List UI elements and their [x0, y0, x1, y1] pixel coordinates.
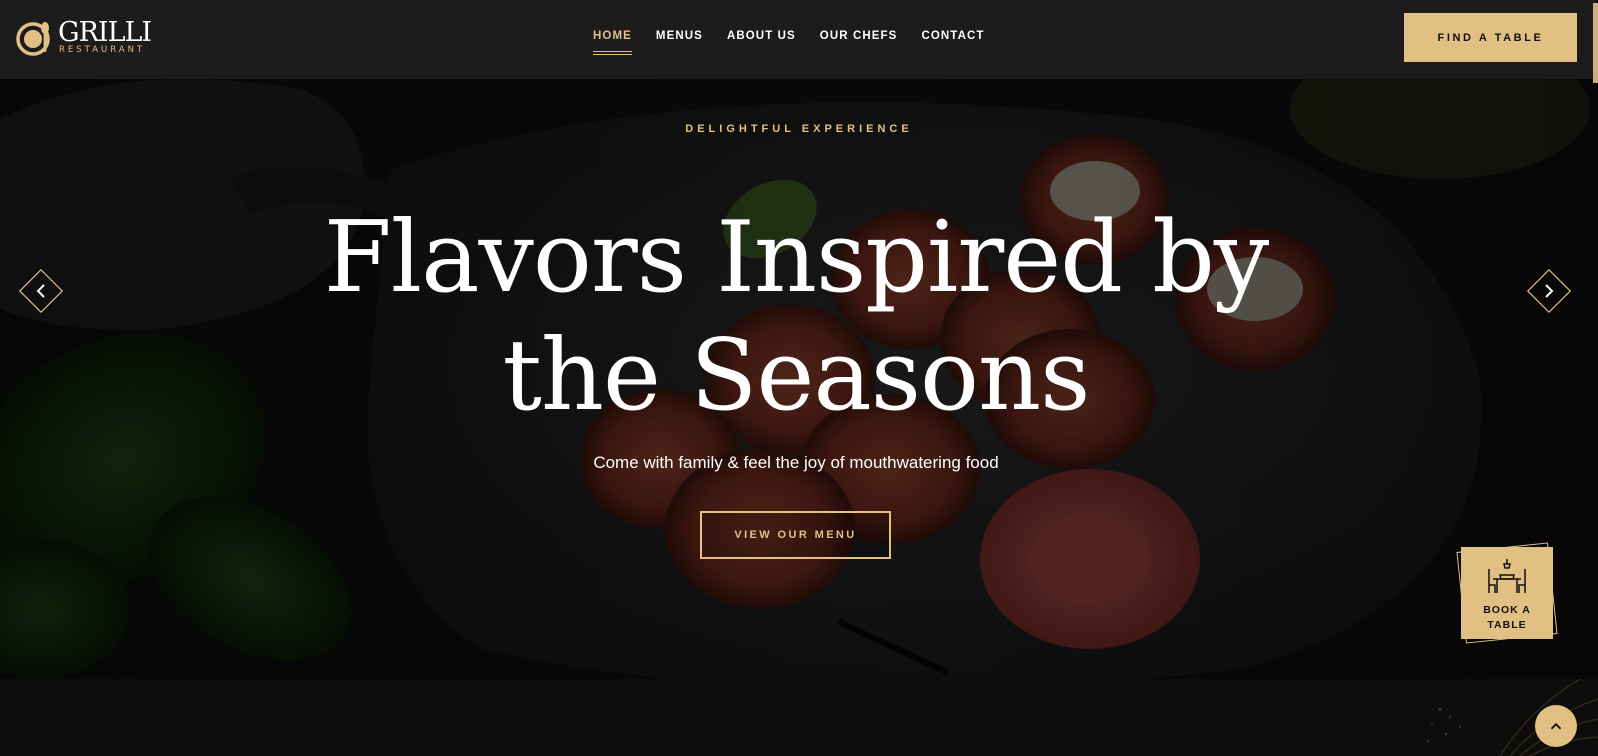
- nav-item-menus[interactable]: MENUS: [656, 30, 703, 42]
- chevron-up-icon: [1550, 722, 1562, 730]
- slider-prev-button[interactable]: [15, 265, 67, 317]
- book-a-table-card[interactable]: BOOK A TABLE: [1456, 542, 1558, 644]
- book-a-table-label: BOOK A TABLE: [1483, 604, 1531, 631]
- hero-headline-line-2: the Seasons: [502, 319, 1091, 433]
- chevron-right-icon: [1526, 268, 1572, 314]
- chevron-left-icon: [18, 268, 64, 314]
- cup-spoon-logo-icon: [16, 22, 50, 56]
- nav-item-contact[interactable]: CONTACT: [921, 30, 984, 42]
- main-nav: HOME MENUS ABOUT US OUR CHEFS CONTACT: [593, 30, 985, 55]
- brand-logo[interactable]: GRILLI RESTAURANT: [16, 18, 156, 58]
- nav-item-about-us[interactable]: ABOUT US: [727, 30, 796, 42]
- hero-slider: DELIGHTFUL EXPERIENCE Flavors Inspired b…: [0, 79, 1598, 679]
- card-face: BOOK A TABLE: [1461, 547, 1553, 639]
- site-header: GRILLI RESTAURANT HOME MENUS ABOUT US OU…: [0, 0, 1598, 79]
- nav-item-label: ABOUT US: [726, 30, 796, 42]
- nav-item-label: HOME: [593, 30, 632, 42]
- hero-headline: Flavors Inspired by the Seasons: [0, 199, 1592, 435]
- hero-eyebrow: DELIGHTFUL EXPERIENCE: [685, 123, 913, 135]
- nav-item-label: CONTACT: [921, 30, 985, 42]
- view-our-menu-button[interactable]: VIEW OUR MENU: [700, 511, 891, 559]
- hero-headline-line-1: Flavors Inspired by: [323, 201, 1269, 315]
- page-scrollbar-thumb[interactable]: [1593, 3, 1598, 83]
- nav-item-home[interactable]: HOME: [593, 30, 632, 55]
- next-section: [0, 679, 1598, 756]
- slider-next-button[interactable]: [1523, 265, 1575, 317]
- nav-item-label: MENUS: [655, 30, 703, 42]
- back-to-top-button[interactable]: [1535, 705, 1577, 747]
- hero-subtitle: Come with family & feel the joy of mouth…: [593, 453, 999, 472]
- dining-table-icon: [1488, 559, 1526, 593]
- brand-name: GRILLI: [58, 17, 152, 48]
- active-underline: [593, 51, 632, 55]
- nav-item-our-chefs[interactable]: OUR CHEFS: [820, 30, 898, 42]
- nav-item-label: OUR CHEFS: [819, 30, 898, 42]
- find-a-table-button[interactable]: FIND A TABLE: [1404, 13, 1577, 62]
- brand-tagline: RESTAURANT: [59, 45, 146, 55]
